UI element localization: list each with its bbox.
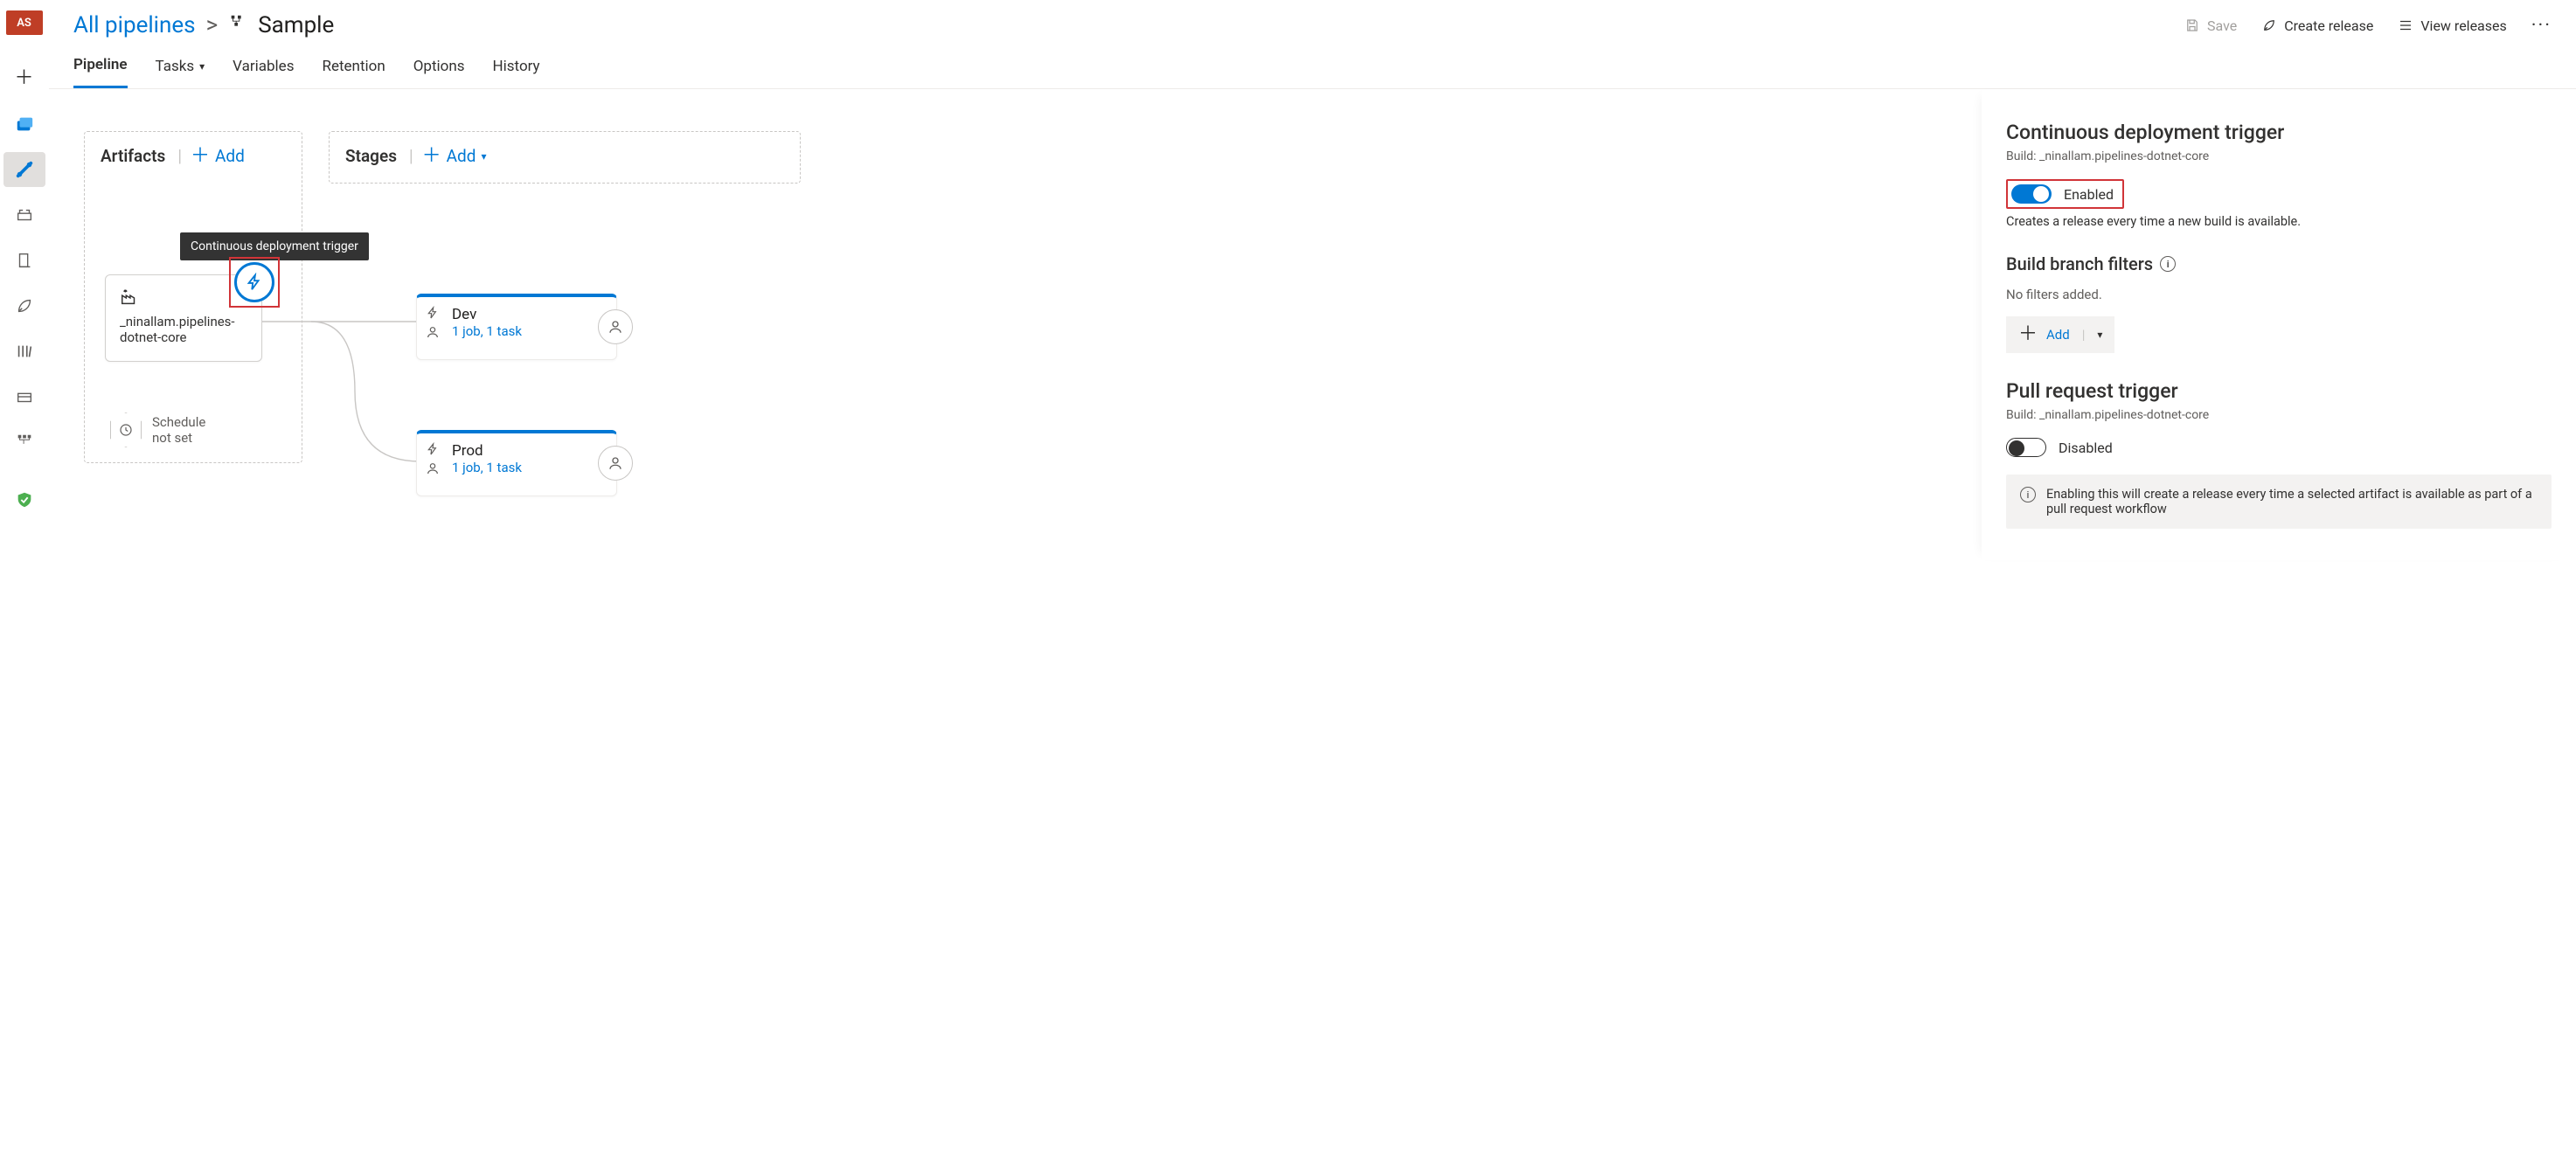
info-icon[interactable]: i bbox=[2160, 256, 2176, 272]
stage-dev-title: Dev bbox=[452, 306, 604, 323]
plus-icon: ＋ bbox=[191, 147, 210, 166]
settings-panel: Continuous deployment trigger Build: _ni… bbox=[1982, 89, 2576, 560]
artifact-sources-icon[interactable] bbox=[3, 379, 45, 414]
artifacts-header: Artifacts bbox=[101, 146, 165, 166]
clock-hex-icon bbox=[110, 412, 142, 447]
person-icon bbox=[608, 455, 623, 471]
hierarchy-icon[interactable] bbox=[3, 425, 45, 460]
pr-trigger-heading: Pull request trigger bbox=[2006, 379, 2552, 403]
create-release-label: Create release bbox=[2284, 17, 2373, 34]
project-avatar[interactable]: AS bbox=[6, 10, 43, 35]
library-icon[interactable] bbox=[3, 334, 45, 369]
add-icon[interactable]: ＋ bbox=[3, 61, 45, 96]
stages-header: Stages bbox=[345, 146, 397, 166]
tab-tasks-label: Tasks bbox=[156, 58, 195, 75]
stage-dev-meta-link[interactable]: 1 job, 1 task bbox=[452, 323, 604, 339]
pr-trigger-build: Build: _ninallam.pipelines-dotnet-core bbox=[2006, 408, 2552, 422]
schedule-line1: Schedule bbox=[152, 414, 205, 430]
cd-trigger-toggle[interactable] bbox=[2011, 184, 2052, 204]
tab-pipeline[interactable]: Pipeline bbox=[73, 56, 128, 88]
cd-trigger-toggle-label: Enabled bbox=[2064, 186, 2114, 203]
main-column: All pipelines > Sample Save Create relea… bbox=[49, 0, 2576, 560]
save-label: Save bbox=[2207, 17, 2237, 34]
tab-tasks[interactable]: Tasks ▾ bbox=[156, 56, 205, 88]
view-releases-label: View releases bbox=[2420, 17, 2506, 34]
person-icon bbox=[426, 325, 440, 339]
person-icon bbox=[608, 319, 623, 335]
factory-icon bbox=[120, 288, 139, 307]
lightning-icon bbox=[426, 442, 440, 456]
breadcrumb-separator: > bbox=[206, 12, 219, 38]
trigger-tooltip: Continuous deployment trigger bbox=[180, 232, 369, 260]
tab-variables[interactable]: Variables bbox=[233, 56, 294, 88]
breadcrumb: All pipelines > Sample bbox=[73, 12, 334, 38]
chevron-down-icon: ▾ bbox=[481, 150, 486, 163]
plus-icon: ＋ bbox=[422, 147, 441, 166]
add-branch-filter-button[interactable]: ＋ Add | ▾ bbox=[2006, 316, 2114, 353]
breadcrumb-current: Sample bbox=[258, 12, 334, 38]
stage-prod-meta-link[interactable]: 1 job, 1 task bbox=[452, 460, 604, 475]
top-bar: All pipelines > Sample Save Create relea… bbox=[49, 0, 2576, 45]
cd-enabled-highlight: Enabled bbox=[2006, 179, 2124, 209]
cd-trigger-heading: Continuous deployment trigger bbox=[2006, 121, 2552, 144]
stage-card-prod[interactable]: Prod 1 job, 1 task bbox=[416, 430, 617, 496]
pr-trigger-info: i Enabling this will create a release ev… bbox=[2006, 475, 2552, 529]
stage-card-dev[interactable]: Dev 1 job, 1 task bbox=[416, 294, 617, 360]
add-stage-label: Add bbox=[447, 146, 476, 166]
cd-trigger-button[interactable] bbox=[234, 262, 274, 302]
pipelines-icon[interactable] bbox=[3, 152, 45, 187]
branch-filters-empty: No filters added. bbox=[2006, 287, 2552, 302]
pipeline-canvas: Artifacts | ＋ Add Stages | ＋ Add ▾ bbox=[49, 89, 1982, 560]
schedule-status[interactable]: Schedule not set bbox=[110, 412, 205, 447]
repos-icon[interactable] bbox=[3, 197, 45, 232]
cd-trigger-build: Build: _ninallam.pipelines-dotnet-core bbox=[2006, 149, 2552, 163]
tab-bar: Pipeline Tasks ▾ Variables Retention Opti… bbox=[49, 45, 2576, 89]
create-release-button[interactable]: Create release bbox=[2261, 17, 2373, 34]
shield-check-icon[interactable] bbox=[3, 482, 45, 517]
rocket-icon[interactable] bbox=[3, 288, 45, 323]
branch-filters-heading: Build branch filters bbox=[2006, 253, 2153, 274]
info-icon: i bbox=[2020, 487, 2036, 502]
breadcrumb-root-link[interactable]: All pipelines bbox=[73, 12, 196, 38]
pr-trigger-toggle[interactable] bbox=[2006, 438, 2046, 457]
chevron-down-icon[interactable]: ▾ bbox=[2097, 329, 2102, 341]
plus-icon: ＋ bbox=[2018, 325, 2038, 344]
top-actions: Save Create release View releases ··· bbox=[2184, 15, 2552, 37]
left-nav-rail: AS ＋ bbox=[0, 0, 49, 560]
tab-history[interactable]: History bbox=[493, 56, 540, 88]
test-plans-icon[interactable] bbox=[3, 243, 45, 278]
lightning-icon bbox=[245, 273, 264, 292]
pipeline-hierarchy-icon bbox=[228, 12, 247, 38]
stage-dev-approvers-button[interactable] bbox=[598, 309, 633, 344]
view-releases-button[interactable]: View releases bbox=[2398, 17, 2506, 34]
stage-prod-title: Prod bbox=[452, 442, 604, 460]
tab-options[interactable]: Options bbox=[413, 56, 465, 88]
add-artifact-button[interactable]: ＋ Add bbox=[191, 146, 245, 166]
pr-trigger-info-text: Enabling this will create a release ever… bbox=[2046, 487, 2538, 516]
lightning-icon bbox=[426, 306, 440, 320]
more-actions-button[interactable]: ··· bbox=[2531, 15, 2552, 37]
pr-trigger-toggle-label: Disabled bbox=[2059, 440, 2113, 456]
schedule-line2: not set bbox=[152, 430, 205, 446]
add-stage-button[interactable]: ＋ Add ▾ bbox=[422, 146, 487, 166]
cd-trigger-description: Creates a release every time a new build… bbox=[2006, 214, 2552, 229]
person-icon bbox=[426, 461, 440, 475]
artifact-name: _ninallam.pipelines-dotnet-core bbox=[120, 314, 247, 345]
add-branch-filter-label: Add bbox=[2046, 327, 2070, 343]
stage-prod-approvers-button[interactable] bbox=[598, 446, 633, 481]
boards-icon[interactable] bbox=[3, 107, 45, 142]
chevron-down-icon: ▾ bbox=[199, 60, 205, 73]
save-button[interactable]: Save bbox=[2184, 17, 2237, 34]
tab-retention[interactable]: Retention bbox=[322, 56, 385, 88]
body-row: Artifacts | ＋ Add Stages | ＋ Add ▾ bbox=[49, 89, 2576, 560]
add-artifact-label: Add bbox=[215, 146, 245, 166]
stages-header-box: Stages | ＋ Add ▾ bbox=[329, 131, 801, 184]
